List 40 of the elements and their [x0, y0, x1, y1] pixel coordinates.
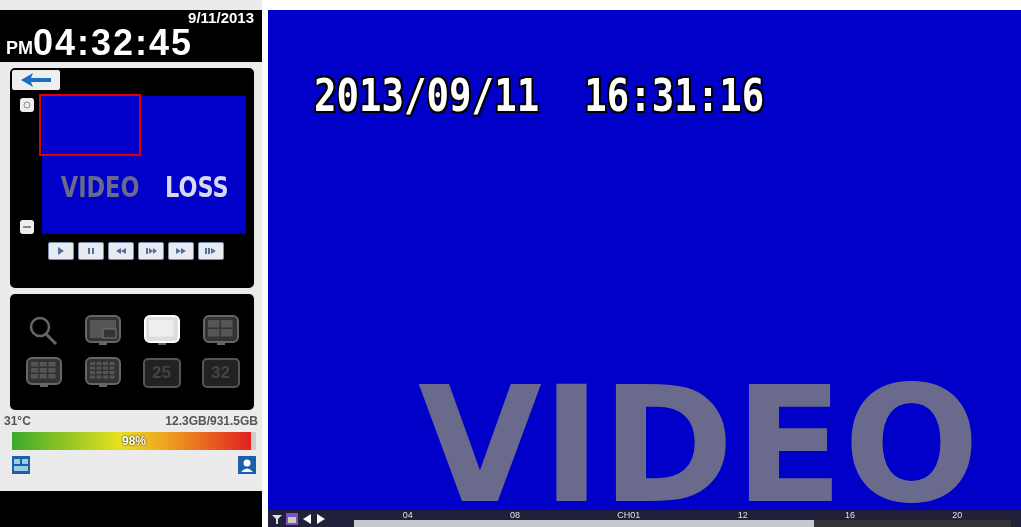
clock-date: 9/11/2013: [188, 10, 254, 26]
rewind-button[interactable]: [108, 242, 134, 260]
video-loss-text: LOSS: [165, 171, 230, 204]
channel-label: CH01: [617, 510, 641, 520]
fast-button[interactable]: [198, 242, 224, 260]
timeline-track[interactable]: [354, 520, 1011, 527]
back-button[interactable]: [12, 70, 60, 90]
calendar-icon[interactable]: [286, 512, 298, 525]
move-button[interactable]: [20, 98, 34, 112]
usage-text: 98%: [121, 433, 147, 450]
next-icon[interactable]: [316, 513, 326, 524]
hour-label: 04: [402, 510, 413, 520]
video-loss-text: VIDEO: [418, 376, 980, 510]
video-timestamp: 2013/09/11 16:31:16: [314, 70, 765, 121]
clock-meridiem: PM: [6, 37, 33, 60]
pause-icon: [85, 245, 97, 257]
pause-button[interactable]: [78, 242, 104, 260]
hour-label: 08: [510, 510, 520, 520]
hour-label: 16: [844, 510, 855, 520]
storage-text: 12.3GB/931.5GB: [165, 414, 258, 428]
user-icon[interactable]: [238, 456, 256, 474]
previous-icon[interactable]: [302, 513, 312, 524]
layout-button[interactable]: [143, 315, 180, 347]
hour-label: 12: [737, 510, 748, 520]
hour-label: 20: [952, 510, 963, 520]
zoom-out-button[interactable]: [20, 220, 34, 234]
step-button[interactable]: [138, 242, 164, 260]
filter-icon[interactable]: [272, 513, 282, 524]
circle-icon: [20, 98, 34, 112]
video-loss-text: VIDEO: [60, 171, 140, 204]
temperature-text: 31°C: [4, 414, 31, 428]
zoom-region[interactable]: [39, 94, 141, 156]
rewind-icon: [115, 245, 127, 257]
network-icon[interactable]: [12, 456, 30, 474]
clock-time: 04:32:45: [33, 26, 194, 60]
play-button[interactable]: [48, 242, 74, 260]
fast-icon: [205, 245, 217, 257]
step-icon: [145, 245, 157, 257]
forward-button[interactable]: [168, 242, 194, 260]
forward-icon: [175, 245, 187, 257]
